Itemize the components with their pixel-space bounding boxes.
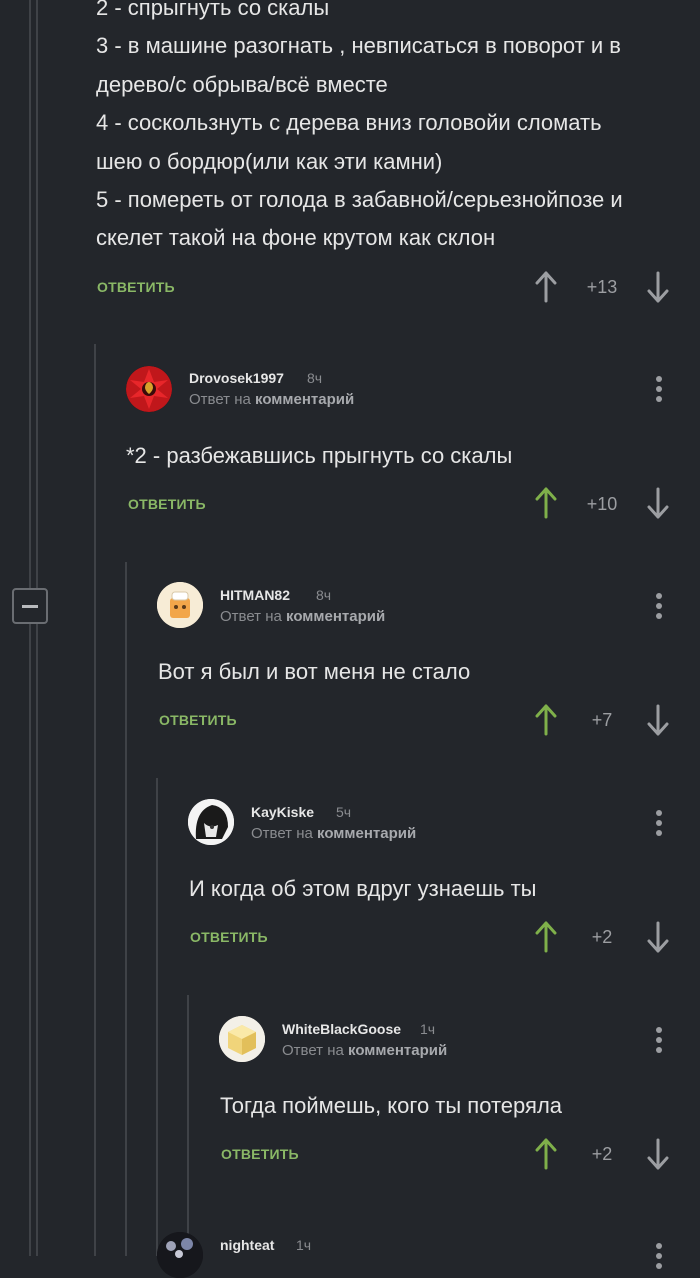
thread-line-level-3: [156, 778, 158, 1256]
downvote-arrow-icon[interactable]: [646, 271, 670, 303]
comment-text-line: 2 - спрыгнуть со скалы: [96, 0, 330, 20]
reply-to-prefix: Ответ на: [220, 608, 282, 625]
comment-score: +2: [591, 1144, 613, 1164]
downvote-arrow-icon[interactable]: [646, 487, 670, 519]
comment-text: Вот я был и вот меня не стало: [158, 659, 471, 684]
comment-text-line: шею о бордюр(или как эти камни): [96, 149, 443, 174]
reply-to-link[interactable]: комментарий: [317, 825, 416, 842]
comment-text-line: 3 - в машине разогнать , невписаться в п…: [96, 33, 621, 58]
collapse-thread-button[interactable]: [12, 588, 48, 624]
reply-button[interactable]: ОТВЕТИТЬ: [221, 1146, 299, 1162]
avatar[interactable]: [219, 1016, 265, 1062]
comment-score: +7: [591, 710, 613, 730]
reply-to-info: Ответ на комментарий: [282, 1042, 447, 1059]
upvote-arrow-icon[interactable]: [534, 704, 558, 736]
comment-time: 5ч: [336, 804, 352, 820]
comment-author[interactable]: nighteat: [220, 1237, 274, 1253]
thread-line-level-1: [94, 344, 96, 1256]
thread-line-level-2: [125, 562, 127, 1256]
reply-to-link[interactable]: комментарий: [255, 391, 354, 408]
thread-line-level-4: [187, 995, 189, 1256]
more-dots-icon[interactable]: [649, 590, 669, 624]
comment-text-line: 4 - соскользнуть с дерева вниз головойи …: [96, 110, 602, 135]
reply-button[interactable]: ОТВЕТИТЬ: [159, 712, 237, 728]
comment-author[interactable]: KayKiske: [251, 804, 314, 820]
more-dots-icon[interactable]: [649, 1240, 669, 1274]
comment-time: 8ч: [316, 587, 332, 603]
thread-line-root-3: [36, 624, 38, 1256]
comment-score: +10: [586, 494, 618, 514]
thread-line-root: [29, 0, 31, 1256]
comment-score: +13: [586, 277, 618, 297]
reply-button[interactable]: ОТВЕТИТЬ: [97, 279, 175, 295]
upvote-arrow-icon[interactable]: [534, 271, 558, 303]
comment-text: Тогда поймешь, кого ты потеряла: [220, 1093, 563, 1118]
comment-score: +2: [591, 927, 613, 947]
more-dots-icon[interactable]: [649, 1024, 669, 1058]
avatar[interactable]: [126, 366, 172, 412]
avatar[interactable]: [188, 799, 234, 845]
comment-author[interactable]: WhiteBlackGoose: [282, 1021, 401, 1037]
downvote-arrow-icon[interactable]: [646, 1138, 670, 1170]
avatar[interactable]: [157, 582, 203, 628]
comment-text-line: скелет такой на фоне крутом как склон: [96, 225, 496, 250]
thread-line-root-2: [36, 0, 38, 588]
comment-time: 8ч: [307, 370, 323, 386]
reply-to-prefix: Ответ на: [251, 825, 313, 842]
reply-button[interactable]: ОТВЕТИТЬ: [128, 496, 206, 512]
reply-to-info: Ответ на комментарий: [189, 391, 354, 408]
reply-to-info: Ответ на комментарий: [220, 608, 385, 625]
upvote-arrow-icon[interactable]: [534, 1138, 558, 1170]
downvote-arrow-icon[interactable]: [646, 704, 670, 736]
reply-to-link[interactable]: комментарий: [286, 608, 385, 625]
comment-author[interactable]: HITMAN82: [220, 587, 290, 603]
avatar[interactable]: [157, 1232, 203, 1278]
reply-button[interactable]: ОТВЕТИТЬ: [190, 929, 268, 945]
more-dots-icon[interactable]: [649, 807, 669, 841]
reply-to-link[interactable]: комментарий: [348, 1042, 447, 1059]
comment-text-line: дерево/с обрыва/всё вместе: [96, 72, 388, 97]
comment-time: 1ч: [296, 1237, 312, 1253]
reply-to-info: Ответ на комментарий: [251, 825, 416, 842]
comment-text-line: 5 - помереть от голода в забавной/серьез…: [96, 187, 623, 212]
upvote-arrow-icon[interactable]: [534, 921, 558, 953]
comment-text: И когда об этом вдруг узнаешь ты: [189, 876, 537, 901]
comment-time: 1ч: [420, 1021, 436, 1037]
comment-text: *2 - разбежавшись прыгнуть со скалы: [126, 443, 513, 468]
upvote-arrow-icon[interactable]: [534, 487, 558, 519]
comment-author[interactable]: Drovosek1997: [189, 370, 284, 386]
downvote-arrow-icon[interactable]: [646, 921, 670, 953]
reply-to-prefix: Ответ на: [282, 1042, 344, 1059]
more-dots-icon[interactable]: [649, 373, 669, 407]
reply-to-prefix: Ответ на: [189, 391, 251, 408]
